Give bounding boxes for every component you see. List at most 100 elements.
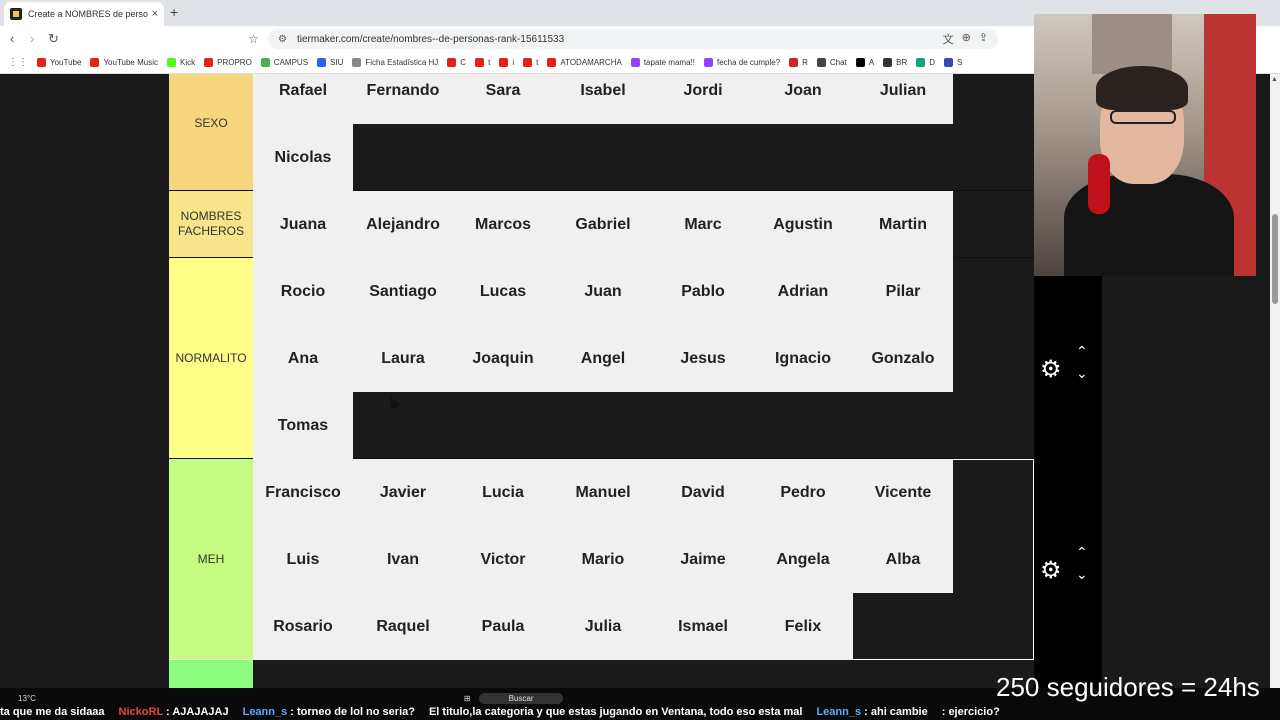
tier-item[interactable]: Tomas xyxy=(253,392,353,459)
tier-item[interactable]: Jaime xyxy=(653,526,753,593)
bookmark-item[interactable]: t xyxy=(523,58,538,67)
bookmark-item[interactable]: A xyxy=(855,58,874,67)
tier-item[interactable]: Pilar xyxy=(853,258,953,325)
zoom-icon[interactable]: ⊕ xyxy=(962,31,971,47)
tier-item[interactable]: Ivan xyxy=(353,526,453,593)
tier-item[interactable]: Javier xyxy=(353,459,453,526)
weather-widget[interactable]: 13°C xyxy=(18,694,36,703)
tier-item[interactable]: Gabriel xyxy=(553,191,653,258)
tier-item[interactable]: Juan xyxy=(553,258,653,325)
url-text[interactable]: tiermaker.com/create/nombres--de-persona… xyxy=(297,34,564,45)
tier-item[interactable]: Julian xyxy=(853,74,953,124)
tier-item[interactable]: Luis xyxy=(253,526,353,593)
tier-item[interactable]: Martin xyxy=(853,191,953,258)
bookmark-item[interactable]: tapate mama!! xyxy=(630,58,695,67)
tier-item[interactable]: Paula xyxy=(453,593,553,660)
bookmark-item[interactable]: ATODAMARCHA xyxy=(547,58,622,67)
tier-item[interactable]: Julia xyxy=(553,593,653,660)
tier-item[interactable]: Angel xyxy=(553,325,653,392)
tier-item[interactable]: Laura xyxy=(353,325,453,392)
page-scrollbar[interactable]: ▲ xyxy=(1270,74,1280,688)
bookmark-item[interactable]: S xyxy=(944,58,962,67)
tier-item[interactable]: Isabel xyxy=(553,74,653,124)
tier-item[interactable]: Gonzalo xyxy=(853,325,953,392)
tab-tiermaker[interactable]: Create a NOMBRES de personas × xyxy=(4,2,164,26)
tier-settings-gear-icon[interactable]: ⚙ xyxy=(1040,355,1062,384)
move-tier-up-icon[interactable]: ⌃ xyxy=(1076,343,1088,360)
tier-item[interactable]: Alejandro xyxy=(353,191,453,258)
tier-label[interactable]: NOMBRES FACHEROS xyxy=(169,191,253,257)
bookmark-item[interactable]: i xyxy=(499,58,514,67)
tier-item[interactable]: Mario xyxy=(553,526,653,593)
tier-item[interactable]: Lucas xyxy=(453,258,553,325)
translate-icon[interactable]: 文 xyxy=(943,31,954,47)
tier-item[interactable]: Marcos xyxy=(453,191,553,258)
tier-item[interactable]: Ana xyxy=(253,325,353,392)
move-tier-up-icon[interactable]: ⌃ xyxy=(1076,544,1088,561)
tier-item[interactable]: Manuel xyxy=(553,459,653,526)
bookmark-item[interactable]: C xyxy=(447,58,466,67)
windows-start-icon[interactable]: ⊞ xyxy=(464,694,471,703)
tier-item[interactable]: Rosario xyxy=(253,593,353,660)
tier-item[interactable]: Victor xyxy=(453,526,553,593)
bookmark-item[interactable]: D xyxy=(916,58,935,67)
reload-button[interactable]: ↻ xyxy=(48,31,59,47)
tier-item[interactable]: Juana xyxy=(253,191,353,258)
taskbar-search[interactable]: Buscar xyxy=(478,692,564,704)
bookmark-item[interactable]: BR xyxy=(883,58,907,67)
tier-item[interactable]: Agustin xyxy=(753,191,853,258)
move-tier-down-icon[interactable]: ⌄ xyxy=(1076,566,1088,583)
tier-item[interactable]: Pedro xyxy=(753,459,853,526)
bookmark-item[interactable]: R xyxy=(789,58,808,67)
bookmark-item[interactable]: Kick xyxy=(167,58,195,67)
tier-item[interactable]: Rocio xyxy=(253,258,353,325)
tier-label[interactable]: SEXO xyxy=(169,74,253,190)
tier-item[interactable]: Angela xyxy=(753,526,853,593)
bookmark-item[interactable]: t xyxy=(475,58,490,67)
tier-item[interactable]: Sara xyxy=(453,74,553,124)
tier-item[interactable]: David xyxy=(653,459,753,526)
forward-button[interactable]: › xyxy=(30,31,34,46)
move-tier-down-icon[interactable]: ⌄ xyxy=(1076,365,1088,382)
bookmark-item[interactable]: YouTube xyxy=(37,58,81,67)
tier-item[interactable]: Francisco xyxy=(253,459,353,526)
tier-item[interactable]: Marc xyxy=(653,191,753,258)
tier-label[interactable]: NORMALITO xyxy=(169,258,253,458)
tier-item[interactable]: Santiago xyxy=(353,258,453,325)
share-icon[interactable]: ⇪ xyxy=(979,31,988,47)
tier-item[interactable]: Nicolas xyxy=(253,124,353,191)
bookmark-item[interactable]: SIU xyxy=(317,58,343,67)
bookmark-item[interactable]: Chat xyxy=(816,58,847,67)
bookmark-star-icon[interactable]: ☆ xyxy=(248,32,259,46)
tier-item[interactable]: Alba xyxy=(853,526,953,593)
bookmark-item[interactable]: Ficha Estadística HJ xyxy=(352,58,438,67)
tier-item[interactable]: Joan xyxy=(753,74,853,124)
tab-close-icon[interactable]: × xyxy=(152,8,158,20)
tier-item[interactable]: Pablo xyxy=(653,258,753,325)
tier-label[interactable] xyxy=(169,660,253,688)
tier-item[interactable]: Ismael xyxy=(653,593,753,660)
bookmark-item[interactable]: CAMPUS xyxy=(260,58,308,67)
bookmark-item[interactable]: PROPRO xyxy=(204,58,252,67)
back-button[interactable]: ‹ xyxy=(10,31,14,46)
new-tab-button[interactable]: + xyxy=(170,4,178,20)
scroll-thumb[interactable] xyxy=(1272,214,1278,304)
tier-item[interactable]: Adrian xyxy=(753,258,853,325)
tier-item[interactable]: Rafael xyxy=(253,74,353,124)
tier-label[interactable]: MEH xyxy=(169,459,253,659)
site-info-icon[interactable]: ⚙ xyxy=(278,34,287,45)
address-bar[interactable]: ⚙ tiermaker.com/create/nombres--de-perso… xyxy=(268,29,998,49)
tier-item[interactable]: Ignacio xyxy=(753,325,853,392)
tier-item[interactable]: Felix xyxy=(753,593,853,660)
tier-item[interactable]: Lucia xyxy=(453,459,553,526)
bookmark-item[interactable]: YouTube Music xyxy=(90,58,158,67)
tier-item[interactable]: Fernando xyxy=(353,74,453,124)
tier-item[interactable]: Joaquin xyxy=(453,325,553,392)
tier-item[interactable]: Jordi xyxy=(653,74,753,124)
tier-settings-gear-icon[interactable]: ⚙ xyxy=(1040,556,1062,585)
apps-icon[interactable]: ⋮⋮ xyxy=(8,57,28,68)
tier-item[interactable]: Raquel xyxy=(353,593,453,660)
tier-item[interactable]: Jesus xyxy=(653,325,753,392)
scroll-up-icon[interactable]: ▲ xyxy=(1271,76,1278,83)
bookmark-item[interactable]: fecha de cumple? xyxy=(703,58,780,67)
